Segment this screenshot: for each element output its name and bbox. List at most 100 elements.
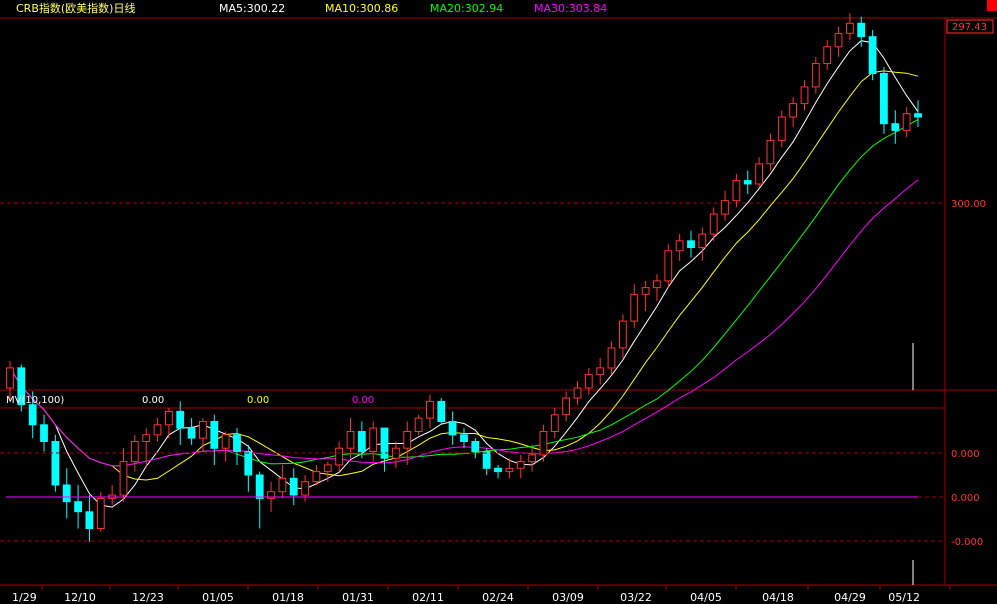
candle-body-down [51,441,60,486]
date-label: 03/22 [620,591,652,604]
candle-body-up [539,431,548,456]
candle-body-up [823,46,832,64]
candle-body-up [96,497,105,529]
date-label: 04/18 [762,591,794,604]
candle-body-down [880,73,888,125]
candle-body-up [221,434,230,449]
date-label: 04/05 [690,591,722,604]
candle-body-up [709,213,718,235]
candle-body-down [40,424,48,442]
candle-body-up [403,431,412,449]
candle [437,398,446,425]
corner-marker [987,0,997,11]
candle [664,244,673,288]
candle-body-up [278,477,287,493]
candle-body-up [199,421,207,439]
ma10-label: MA10:300.86 [325,2,398,15]
candle-body-up [607,347,616,369]
candle-body-up [562,397,571,416]
candle-body-down [380,427,389,459]
candle-body-up [630,293,639,322]
candle-body-up [165,410,173,426]
date-label: 01/31 [342,591,374,604]
candle-body-up [346,431,355,449]
candle-body-down [255,474,264,499]
candle-body-up [153,424,162,436]
candle-body-down [743,180,752,185]
candle-body-up [800,86,809,105]
candle-body-up [528,454,537,463]
candle-body-up [846,22,854,34]
candle-body-up [584,374,593,389]
candle-body-up [142,434,151,442]
candle-body-down [176,410,185,429]
candle-body-up [426,400,434,419]
candle-body-up [312,471,321,483]
date-label: 02/24 [482,591,514,604]
candle-body-down [857,22,866,38]
candle-body-up [766,139,775,165]
date-label: 02/11 [412,591,444,604]
kline-chart: CRB指数(欧美指数)日线 MA5:300.22 MA10:300.86 MA2… [0,0,997,604]
date-label: 1/29 [12,591,37,604]
date-label: 01/18 [272,591,304,604]
candle-body-down [460,434,468,442]
chart-title: CRB指数(欧美指数)日线 [16,1,135,15]
candle-body-down [471,441,480,452]
top-price-tag: 297.43 [952,22,987,33]
candle-body-up [335,447,344,466]
candle-body-up [596,367,605,376]
candle-body-up [301,481,310,496]
candle-body-up [732,180,741,202]
candle-body-up [369,427,378,453]
candle-body-down [437,400,446,422]
candle-body-up [664,250,673,282]
candle [414,414,423,435]
indicator-value-2: 0.00 [247,395,269,406]
date-label: 12/23 [132,591,164,604]
candle-body-down [28,404,37,426]
candle-body-down [482,451,491,469]
indicator-tick-3: -0.000 [951,537,983,548]
candle-body-down [74,501,82,513]
date-label: 05/12 [888,591,920,604]
candle-body-down [914,113,922,118]
candle-body-down [357,431,366,453]
candle-body-up [323,464,332,473]
ma5-label: MA5:300.22 [219,2,285,15]
ma30-label: MA30:303.84 [534,2,607,15]
candle-body-down [687,240,695,249]
candle-body-up [550,414,559,432]
price-level-label: 300.00 [951,199,986,210]
date-label: 12/10 [64,591,96,604]
candle-body-up [573,387,582,399]
candle-body-down [187,427,196,439]
candle-body-up [698,233,707,249]
indicator-tick-2: 0.000 [951,493,980,504]
candle-body-down [233,434,241,452]
candle-body-down [891,123,900,131]
candle-body-up [902,113,911,131]
candle-body-up [414,417,423,433]
indicator-value-1: 0.00 [142,395,164,406]
indicator-value-3: 0.00 [352,395,374,406]
candle-body-up [505,467,514,473]
candle-body-up [516,461,525,469]
ma20-label: MA20:302.94 [430,2,503,15]
candle-body-down [62,484,71,503]
candle-body-up [755,163,764,185]
candle-body-down [868,36,877,74]
candle [880,66,888,134]
candle-body-up [721,200,729,215]
candle-body-up [777,116,786,141]
date-label: 01/05 [202,591,234,604]
date-label: 03/09 [552,591,584,604]
indicator-label: MV(10,100) [6,395,64,406]
candle-body-up [789,103,798,118]
date-label: 04/29 [834,591,866,604]
candle-body-up [641,287,650,295]
candle [868,30,877,81]
candle-body-up [653,280,661,289]
candle-body-down [85,511,94,529]
candle-body-down [210,421,219,449]
